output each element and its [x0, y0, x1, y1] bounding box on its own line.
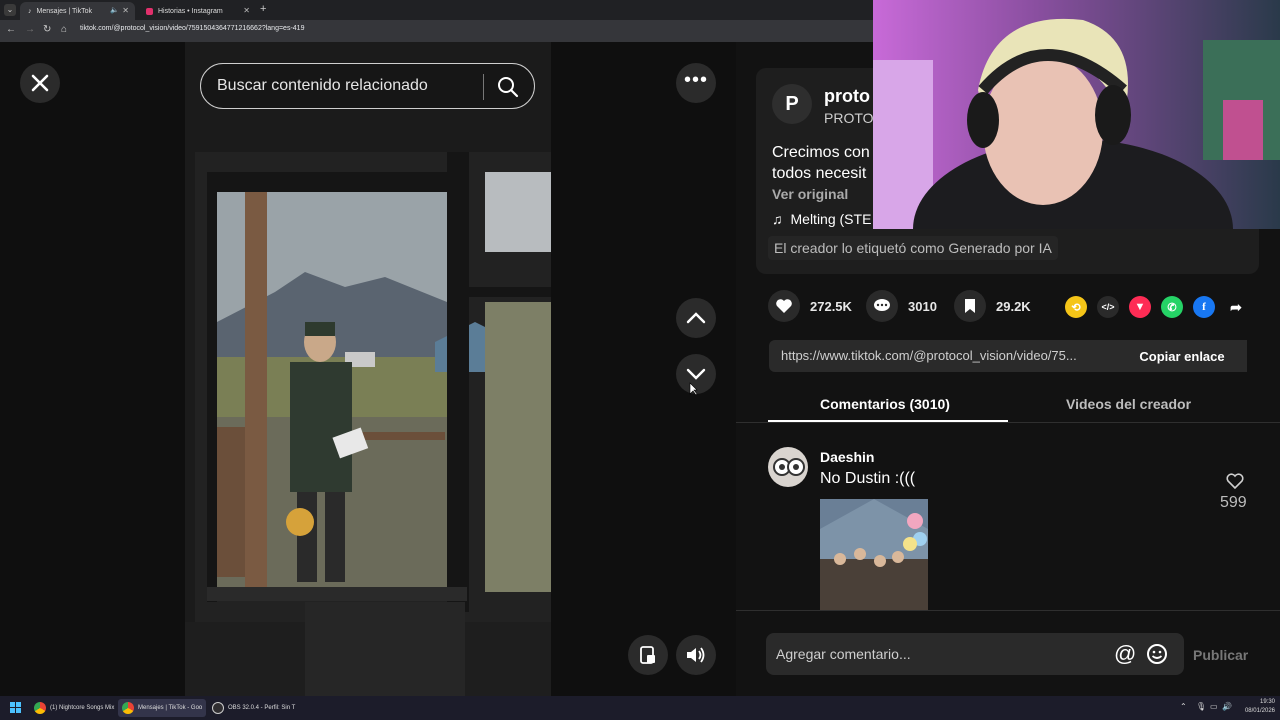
- comment-button[interactable]: 3010: [866, 290, 937, 322]
- ai-generated-label: El creador lo etiquetó como Generado por…: [768, 236, 1058, 260]
- chevron-down-icon: [686, 368, 706, 380]
- obs-icon: [212, 702, 224, 714]
- instagram-favicon-icon: [146, 7, 153, 15]
- author-name[interactable]: proto: [824, 86, 870, 107]
- post-description-line-1: Crecimos con: [772, 144, 870, 161]
- more-options-button[interactable]: •••: [676, 63, 716, 103]
- more-dots-icon: •••: [683, 69, 708, 91]
- tray-chevron-icon[interactable]: ⌃: [1180, 702, 1187, 711]
- avatar[interactable]: P: [772, 84, 812, 124]
- mention-icon[interactable]: @: [1114, 641, 1136, 667]
- chrome-icon: [34, 702, 46, 714]
- music-title: Melting (STE: [790, 211, 872, 227]
- volume-icon: [687, 647, 705, 663]
- windows-taskbar: (1) Nightcore Songs Mix Mensajes | TikTo…: [0, 696, 1280, 720]
- comment-like-count: 599: [1220, 494, 1247, 511]
- taskbar-app-label: Mensajes | TikTok - Goo: [138, 705, 203, 711]
- taskbar-app-obs[interactable]: OBS 32.0.4 - Perfil: Sin T: [208, 699, 299, 717]
- comment-input-bar: Agregar comentario... @: [766, 633, 1184, 675]
- copy-link-box: https://www.tiktok.com/@protocol_vision/…: [769, 340, 1247, 372]
- volume-button[interactable]: [676, 635, 716, 675]
- forward-icon[interactable]: →: [25, 24, 35, 35]
- comment-text: No Dustin :(((: [820, 470, 916, 487]
- emoji-icon[interactable]: [1146, 643, 1168, 665]
- clock-time[interactable]: 19:30: [1245, 699, 1275, 705]
- tab-comments[interactable]: Comentarios (3010): [820, 396, 950, 412]
- tab-label: Mensajes | TikTok: [36, 7, 93, 15]
- like-button[interactable]: 272.5K: [768, 290, 852, 322]
- post-description-line-2: todos necesit: [772, 165, 867, 182]
- tiktok-favicon-icon: ♪: [28, 7, 32, 15]
- close-tab-icon[interactable]: ✕: [243, 6, 250, 15]
- copy-link-button[interactable]: Copiar enlace: [1117, 340, 1247, 372]
- tabs-divider: [736, 422, 1280, 423]
- comment-input-divider: [736, 610, 1280, 611]
- related-search-bar[interactable]: Buscar contenido relacionado: [200, 63, 535, 109]
- tab-instagram[interactable]: Historias • Instagram ✕: [138, 2, 256, 20]
- music-note-icon: ♫: [772, 211, 783, 227]
- back-icon[interactable]: ←: [6, 24, 16, 35]
- taskbar-app-label: OBS 32.0.4 - Perfil: Sin T: [228, 705, 296, 711]
- tab-tiktok[interactable]: ♪ Mensajes | TikTok 🔈 ✕: [20, 2, 135, 20]
- video-column: Buscar contenido relacionado •••: [0, 42, 736, 696]
- send-to-friends-icon[interactable]: ▼: [1129, 296, 1151, 318]
- video-frame-image: [185, 42, 551, 696]
- close-icon: [31, 74, 49, 92]
- clock-date[interactable]: 08/01/2026: [1240, 708, 1275, 714]
- heart-icon: [768, 290, 800, 322]
- avatar[interactable]: [768, 447, 808, 487]
- publish-button[interactable]: Publicar: [1193, 647, 1248, 663]
- tab-label: Historias • Instagram: [158, 7, 223, 15]
- comment-author[interactable]: Daeshin: [820, 449, 874, 465]
- video-player[interactable]: [185, 42, 551, 696]
- floating-player-icon: [640, 646, 655, 664]
- tab-creator-videos[interactable]: Videos del creador: [1066, 396, 1191, 412]
- see-original-link[interactable]: Ver original: [772, 186, 848, 202]
- whatsapp-icon[interactable]: ✆: [1161, 296, 1183, 318]
- floating-player-button[interactable]: [628, 635, 668, 675]
- search-divider: [483, 74, 484, 100]
- taskbar-app-chrome-2[interactable]: Mensajes | TikTok - Goo: [118, 699, 207, 717]
- search-icon[interactable]: [497, 76, 519, 98]
- comment-image[interactable]: [820, 499, 928, 611]
- speaker-icon: 🔈: [110, 7, 119, 14]
- comment-bubble-icon: [866, 290, 898, 322]
- home-icon[interactable]: ⌂: [61, 24, 67, 35]
- save-count: 29.2K: [996, 298, 1031, 314]
- embed-icon[interactable]: </>: [1097, 296, 1119, 318]
- comment-count: 3010: [908, 298, 937, 314]
- url-field[interactable]: tiktok.com/@protocol_vision/video/759150…: [80, 25, 304, 32]
- chevron-up-icon: [686, 312, 706, 324]
- webcam-feed-image: [873, 0, 1280, 229]
- webcam-overlay: [873, 0, 1280, 229]
- save-button[interactable]: 29.2K: [954, 290, 1031, 322]
- reload-icon[interactable]: ↻: [43, 24, 51, 35]
- taskbar-app-label: (1) Nightcore Songs Mix: [50, 705, 115, 711]
- share-arrow-icon[interactable]: ➦: [1225, 296, 1247, 318]
- comment-input[interactable]: Agregar comentario...: [776, 646, 911, 662]
- windows-start-icon[interactable]: [10, 702, 22, 714]
- close-button[interactable]: [20, 63, 60, 103]
- comment-like-icon[interactable]: [1225, 472, 1245, 490]
- music-link[interactable]: ♫ Melting (STE: [772, 211, 871, 227]
- volume-tray-icon[interactable]: 🔊: [1222, 702, 1232, 711]
- network-icon[interactable]: ▭: [1210, 702, 1218, 711]
- new-tab-button[interactable]: +: [260, 3, 266, 15]
- share-link-field[interactable]: https://www.tiktok.com/@protocol_vision/…: [781, 348, 1077, 363]
- microphone-icon[interactable]: 🎙: [1196, 702, 1206, 711]
- like-count: 272.5K: [810, 298, 852, 314]
- protocol-logo-icon: P: [785, 92, 799, 115]
- tab-search-icon[interactable]: ⌄: [4, 4, 16, 16]
- chrome-icon: [122, 702, 134, 714]
- search-input[interactable]: Buscar contenido relacionado: [217, 77, 428, 95]
- previous-video-button[interactable]: [676, 298, 716, 338]
- repost-icon[interactable]: ⟲: [1065, 296, 1087, 318]
- bookmark-icon: [954, 290, 986, 322]
- mouse-cursor-icon: [689, 382, 698, 396]
- taskbar-app-chrome-1[interactable]: (1) Nightcore Songs Mix: [30, 699, 118, 717]
- close-tab-icon[interactable]: ✕: [122, 6, 129, 15]
- facebook-icon[interactable]: f: [1193, 296, 1215, 318]
